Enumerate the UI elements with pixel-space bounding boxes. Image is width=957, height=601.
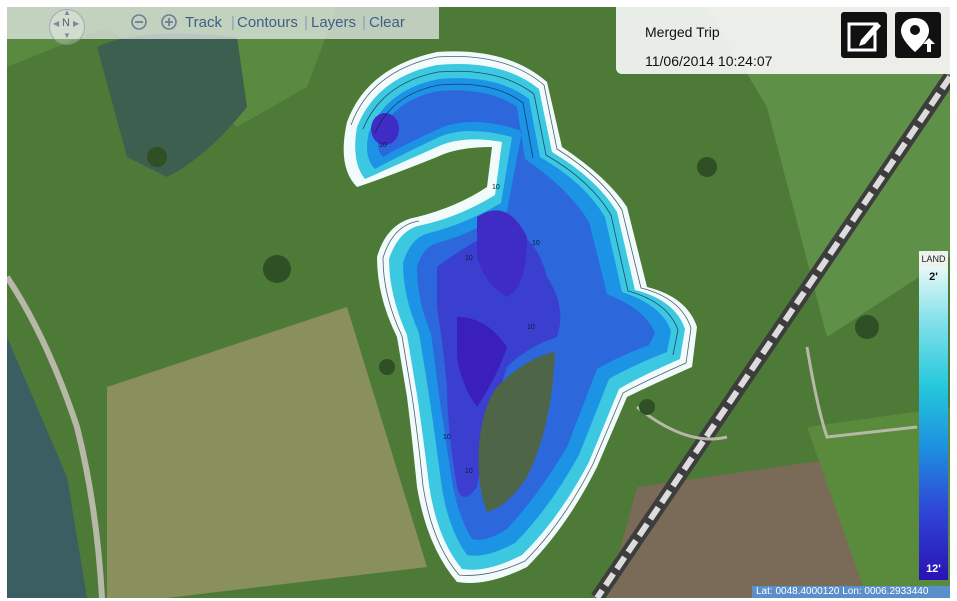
zoom-in-icon[interactable] <box>160 13 178 31</box>
clear-button[interactable]: Clear <box>369 14 405 31</box>
track-button[interactable]: Track <box>185 14 222 31</box>
zoom-out-icon[interactable] <box>130 13 148 31</box>
contour-label: 10 <box>527 324 535 331</box>
compass-control[interactable]: N ◀ ▶ ▲ ▼ <box>43 8 89 45</box>
contour-label: 10 <box>465 255 473 262</box>
map-toolbar: N ◀ ▶ ▲ ▼ Track | Contours | Layers | Cl… <box>7 7 439 45</box>
pan-up-icon[interactable]: ▲ <box>63 8 71 17</box>
legend-min-depth: 2' <box>929 271 938 283</box>
trip-title: Merged Trip <box>645 24 720 40</box>
location-upload-icon <box>901 18 935 52</box>
compass-north-label: N <box>62 17 70 29</box>
coordinates-readout: Lat: 0048.4000120 Lon: 0006.2933440 <box>752 586 950 598</box>
contour-label: 10 <box>532 240 540 247</box>
toolbar-separator: | <box>304 14 308 31</box>
contour-label: 10 <box>465 468 473 475</box>
location-upload-button[interactable] <box>895 12 941 58</box>
legend-gradient-bar <box>919 267 948 580</box>
contour-label: 10 <box>379 142 387 149</box>
toolbar-separator: | <box>362 14 366 31</box>
trip-datetime: 11/06/2014 10:24:07 <box>645 53 773 69</box>
map-view[interactable]: 10 10 10 10 10 10 10 <box>7 7 950 598</box>
trip-info-panel: Merged Trip 11/06/2014 10:24:07 <box>616 7 950 74</box>
edit-button[interactable] <box>841 12 887 58</box>
contour-label: 10 <box>492 184 500 191</box>
contour-label: 10 <box>443 434 451 441</box>
legend-land-label: LAND <box>919 251 948 267</box>
pan-down-icon[interactable]: ▼ <box>63 31 71 40</box>
layers-button[interactable]: Layers <box>311 14 356 31</box>
legend-max-depth: 12' <box>926 563 941 575</box>
pan-left-icon[interactable]: ◀ <box>53 19 59 28</box>
edit-icon <box>847 22 881 52</box>
toolbar-separator: | <box>231 14 235 31</box>
contours-button[interactable]: Contours <box>237 14 298 31</box>
pan-right-icon[interactable]: ▶ <box>73 19 79 28</box>
contour-labels: 10 10 10 10 10 10 10 <box>379 142 540 475</box>
depth-legend: LAND 2' 12' <box>919 251 948 580</box>
